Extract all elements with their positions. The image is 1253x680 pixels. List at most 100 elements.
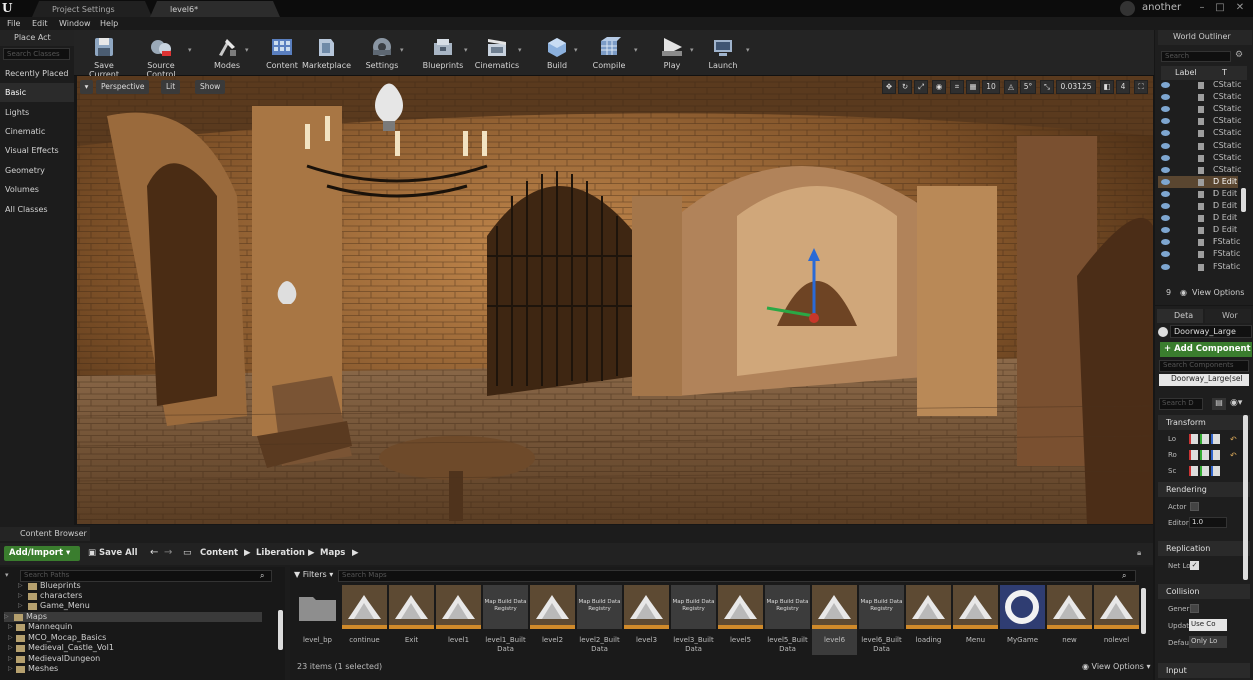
category-volumes[interactable]: Volumes bbox=[0, 180, 74, 199]
modes-button[interactable]: Modes bbox=[205, 30, 249, 76]
surface-snap-icon[interactable]: ⌗ bbox=[950, 80, 964, 94]
reset-location-icon[interactable]: ↶ bbox=[1230, 435, 1237, 444]
asset-tile[interactable]: Map Build Data Registry level3_Built Data bbox=[671, 585, 716, 655]
outliner-row[interactable]: CStatic bbox=[1158, 140, 1241, 152]
world-settings-tab[interactable]: Wor bbox=[1205, 309, 1251, 323]
source-control-button[interactable]: Source Control bbox=[132, 30, 190, 79]
outliner-row[interactable]: CStatic bbox=[1158, 127, 1241, 139]
net-load-checkbox[interactable]: ✓ bbox=[1190, 561, 1199, 570]
menu-help[interactable]: Help bbox=[100, 17, 118, 30]
launch-dropdown-icon[interactable]: ▾ bbox=[746, 46, 750, 54]
category-geometry[interactable]: Geometry bbox=[0, 161, 74, 180]
outliner-row[interactable]: FStatic bbox=[1158, 248, 1240, 260]
asset-scrollbar[interactable] bbox=[1141, 588, 1146, 634]
tree-expand-icon[interactable]: ▷ bbox=[8, 622, 13, 632]
tree-expand-icon[interactable]: ▷ bbox=[8, 633, 13, 643]
settings-dropdown-icon[interactable]: ▾ bbox=[400, 46, 404, 54]
outliner-row[interactable]: CStatic bbox=[1158, 164, 1241, 176]
scale-snap-value[interactable]: 0.03125 bbox=[1056, 80, 1096, 94]
play-button[interactable]: Play bbox=[656, 30, 688, 76]
cinematics-dropdown-icon[interactable]: ▾ bbox=[518, 46, 522, 54]
build-button[interactable]: Build bbox=[540, 30, 574, 76]
play-dropdown-icon[interactable]: ▾ bbox=[690, 46, 694, 54]
billboard-scale-field[interactable]: 1.0 bbox=[1189, 517, 1227, 528]
asset-tile[interactable]: Map Build Data Registry level6_Built Data bbox=[859, 585, 904, 655]
asset-tile[interactable]: level5 bbox=[718, 585, 763, 655]
outliner-row[interactable]: D Edit I bbox=[1158, 188, 1238, 210]
asset-tile[interactable]: MyGame bbox=[1000, 585, 1045, 655]
outliner-row[interactable]: CStatic bbox=[1158, 115, 1241, 127]
tree-expand-icon[interactable]: ▷ bbox=[4, 612, 9, 622]
world-local-icon[interactable]: ◉ bbox=[932, 80, 946, 94]
search-details-input[interactable]: Search D bbox=[1159, 398, 1203, 410]
history-forward-icon[interactable]: → bbox=[164, 547, 172, 558]
grid-snap-value[interactable]: 10 bbox=[982, 80, 1000, 94]
compile-button[interactable]: Compile bbox=[590, 30, 628, 76]
launch-button[interactable]: Launch bbox=[704, 30, 742, 76]
asset-tile[interactable]: nolevel bbox=[1094, 585, 1139, 655]
category-cinematic[interactable]: Cinematic bbox=[0, 122, 74, 141]
tree-collapse-icon[interactable]: ▾ bbox=[5, 571, 9, 579]
category-visual-effects[interactable]: Visual Effects bbox=[0, 141, 74, 160]
category-all-classes[interactable]: All Classes bbox=[0, 200, 74, 219]
section-transform[interactable]: Transform bbox=[1158, 415, 1250, 430]
outliner-view-options[interactable]: View Options bbox=[1192, 288, 1244, 297]
rotation-snap-icon[interactable]: ◬ bbox=[1004, 80, 1018, 94]
outliner-row[interactable]: CStatic bbox=[1158, 103, 1241, 115]
source-control-dropdown-icon[interactable]: ▾ bbox=[188, 46, 192, 54]
asset-tile[interactable]: Map Build Data Registry level2_Built Data bbox=[577, 585, 622, 655]
tab-project-settings[interactable]: Project Settings bbox=[32, 1, 152, 17]
lit-button[interactable]: Lit bbox=[161, 80, 181, 94]
compile-dropdown-icon[interactable]: ▾ bbox=[634, 46, 638, 54]
actor-hidden-checkbox[interactable] bbox=[1190, 502, 1199, 511]
asset-view-options[interactable]: ◉ View Options ▾ bbox=[1082, 662, 1151, 671]
tab-level6[interactable]: level6* bbox=[150, 1, 280, 17]
level-viewport[interactable] bbox=[77, 76, 1153, 524]
section-collision[interactable]: Collision bbox=[1158, 584, 1250, 599]
rotate-tool-icon[interactable]: ↻ bbox=[898, 80, 912, 94]
outliner-row[interactable]: CStatic bbox=[1158, 79, 1241, 91]
visibility-eye-icon[interactable] bbox=[1161, 118, 1170, 125]
outliner-row[interactable]: CStatic bbox=[1158, 152, 1241, 164]
outliner-row[interactable]: D Edit I bbox=[1158, 212, 1238, 234]
close-icon[interactable]: ✕ bbox=[1233, 2, 1247, 14]
scale-snap-icon[interactable]: ⤡ bbox=[1040, 80, 1054, 94]
tree-expand-icon[interactable]: ▷ bbox=[18, 601, 23, 611]
menu-window[interactable]: Window bbox=[59, 17, 91, 30]
section-rendering[interactable]: Rendering bbox=[1158, 482, 1250, 497]
content-browser-tab[interactable]: Content Browser bbox=[0, 527, 90, 541]
outliner-scrollbar[interactable] bbox=[1241, 188, 1246, 212]
visibility-eye-icon[interactable] bbox=[1161, 215, 1170, 222]
history-back-icon[interactable]: ← bbox=[150, 547, 158, 558]
asset-tile[interactable]: continue bbox=[342, 585, 387, 655]
tree-expand-icon[interactable]: ▷ bbox=[8, 643, 13, 653]
avatar[interactable] bbox=[1120, 1, 1135, 16]
component-root-item[interactable]: Doorway_Large(sel bbox=[1159, 374, 1249, 386]
blueprints-button[interactable]: Blueprints bbox=[420, 30, 466, 76]
visibility-eye-icon[interactable] bbox=[1161, 190, 1170, 197]
content-button[interactable]: Content bbox=[264, 30, 300, 76]
place-actors-tab[interactable]: Place Act bbox=[0, 30, 74, 46]
outliner-row[interactable]: FStatic bbox=[1158, 261, 1240, 273]
reset-rotation-icon[interactable]: ↶ bbox=[1230, 451, 1237, 460]
asset-tile[interactable]: level2 bbox=[530, 585, 575, 655]
add-import-button[interactable]: Add/Import ▾ bbox=[4, 546, 80, 561]
maximize-icon[interactable]: □ bbox=[1213, 2, 1227, 14]
camera-speed-icon[interactable]: ◧ bbox=[1100, 80, 1114, 94]
search-components-input[interactable]: Search Components bbox=[1159, 360, 1249, 372]
blueprints-dropdown-icon[interactable]: ▾ bbox=[464, 46, 468, 54]
col-label[interactable]: Label bbox=[1175, 68, 1197, 77]
settings-button[interactable]: Settings bbox=[362, 30, 402, 76]
asset-tile[interactable]: Map Build Data Registry level1_Built Data bbox=[483, 585, 528, 655]
minimize-icon[interactable]: – bbox=[1195, 2, 1209, 14]
breadcrumb-content[interactable]: Content bbox=[200, 548, 238, 558]
build-dropdown-icon[interactable]: ▾ bbox=[574, 46, 578, 54]
tree-expand-icon[interactable]: ▷ bbox=[18, 591, 23, 601]
save-all-button[interactable]: ▣ Save All bbox=[88, 548, 138, 558]
asset-tile[interactable]: Map Build Data Registry level5_Built Data bbox=[765, 585, 810, 655]
section-replication[interactable]: Replication bbox=[1158, 541, 1250, 556]
asset-tile[interactable]: loading bbox=[906, 585, 951, 655]
menu-edit[interactable]: Edit bbox=[32, 17, 48, 30]
visibility-eye-icon[interactable] bbox=[1161, 106, 1170, 113]
outliner-search-input[interactable]: Search bbox=[1161, 51, 1231, 62]
